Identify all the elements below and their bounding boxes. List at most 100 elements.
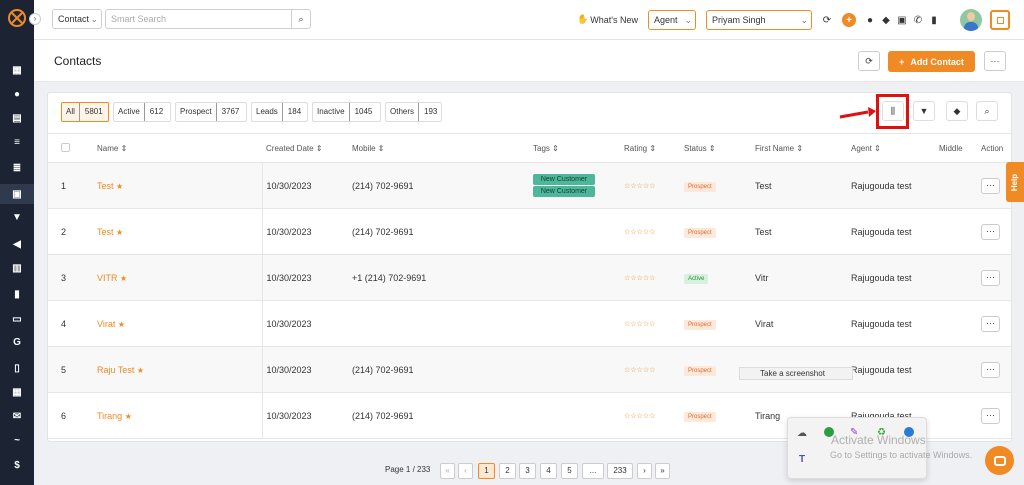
add-icon[interactable]: + [842, 13, 856, 27]
refresh-icon[interactable]: ⟳ [821, 14, 833, 26]
table-row[interactable]: 4 Virat ★ 10/30/2023 ☆☆☆☆☆ Prospect Vira… [48, 300, 1011, 347]
contact-name-link[interactable]: VITR [97, 273, 118, 283]
next-page-button[interactable]: › [637, 463, 652, 479]
more-options-button[interactable]: ··· [984, 51, 1006, 71]
column-header-created-date[interactable]: Created Date ⇕ [262, 133, 352, 163]
user-select[interactable]: Priyam Singh ⌄ [706, 10, 812, 30]
sidebar-item-billing[interactable]: $ [0, 455, 34, 475]
filter-leads[interactable]: Leads 184 [251, 102, 308, 122]
row-action-button[interactable]: ··· [981, 177, 1000, 194]
rating-stars[interactable]: ☆☆☆☆☆ [624, 346, 684, 393]
tags-button[interactable]: ◆ [946, 101, 968, 121]
rating-stars[interactable]: ☆☆☆☆☆ [624, 300, 684, 347]
sidebar-item-signature[interactable]: ~ [0, 430, 34, 450]
rating-stars[interactable]: ☆☆☆☆☆ [624, 254, 684, 301]
sidebar-item-google[interactable]: G [0, 332, 34, 352]
rating-stars[interactable]: ☆☆☆☆☆ [624, 392, 684, 439]
contact-name-link[interactable]: Virat [97, 319, 115, 329]
sidebar-item-calendar[interactable]: ▦ [0, 382, 34, 402]
select-all-checkbox[interactable] [61, 142, 70, 152]
teams-icon[interactable]: T [799, 454, 805, 465]
row-action-button[interactable]: ··· [981, 407, 1000, 424]
star-icon[interactable]: ★ [125, 412, 132, 421]
sidebar-item-users[interactable]: ● [0, 84, 34, 104]
phone-icon[interactable]: ✆ [912, 14, 924, 26]
sidebar-item-folders[interactable]: ▭ [0, 309, 34, 329]
rating-stars[interactable]: ☆☆☆☆☆ [624, 208, 684, 255]
help-tab[interactable]: Help [1006, 162, 1024, 202]
role-select[interactable]: Agent ⌄ [648, 10, 696, 30]
page-button[interactable]: 4 [540, 463, 557, 479]
mobile-number[interactable]: (214) 702-9691 [352, 392, 533, 439]
sidebar-item-email[interactable]: ✉ [0, 406, 34, 426]
table-row[interactable]: 1 Test ★ 10/30/2023 (214) 702-9691 New C… [48, 162, 1011, 209]
filter-button[interactable]: ▼ [913, 101, 935, 121]
sidebar-item-documents[interactable]: ▤ [0, 108, 34, 128]
column-header-first-name[interactable]: First Name ⇕ [755, 133, 851, 163]
sidebar-collapse-button[interactable]: › [29, 13, 41, 25]
contact-name-link[interactable]: Test [97, 227, 114, 237]
row-action-button[interactable]: ··· [981, 315, 1000, 332]
column-header-mobile[interactable]: Mobile ⇕ [352, 133, 533, 163]
star-icon[interactable]: ★ [137, 366, 144, 375]
sidebar-item-notes[interactable]: ▥ [0, 258, 34, 278]
filter-inactive[interactable]: Inactive 1045 [312, 102, 381, 122]
filter-others[interactable]: Others 193 [385, 102, 442, 122]
first-page-button[interactable]: « [440, 463, 455, 479]
sidebar-item-filters[interactable]: ▼ [0, 207, 34, 227]
column-header-status[interactable]: Status ⇕ [684, 133, 755, 163]
dialer-icon[interactable]: ▣ [896, 14, 908, 26]
column-header-tags[interactable]: Tags ⇕ [533, 133, 624, 163]
rating-stars[interactable]: ☆☆☆☆☆ [624, 162, 684, 209]
page-button[interactable]: 1 [478, 463, 495, 479]
filter-all[interactable]: All 5801 [61, 102, 109, 122]
search-button[interactable]: ⌕ [291, 9, 311, 29]
column-header-name[interactable]: Name ⇕ [84, 133, 262, 163]
column-header-middle[interactable]: Middle [939, 133, 981, 163]
mobile-number[interactable]: +1 (214) 702-9691 [352, 254, 533, 301]
page-button[interactable]: 233 [607, 463, 633, 479]
column-header-rating[interactable]: Rating ⇕ [624, 133, 684, 163]
contact-name-link[interactable]: Raju Test [97, 365, 134, 375]
contact-name-link[interactable]: Test [97, 181, 114, 191]
search-table-button[interactable]: ⌕ [976, 101, 998, 121]
mobile-number[interactable]: (214) 702-9691 [352, 346, 533, 393]
sidebar-item-list[interactable]: ≡ [0, 132, 34, 152]
whats-new-link[interactable]: ✋ What's New [577, 14, 638, 25]
cloud-icon[interactable]: ☁ [797, 428, 807, 439]
page-button[interactable]: 2 [499, 463, 516, 479]
avatar[interactable] [960, 9, 982, 31]
sidebar-item-contacts[interactable]: ▣ [0, 184, 34, 204]
sidebar-item-dashboard[interactable]: ▦ [0, 60, 34, 80]
columns-button[interactable]: ⫼ [882, 101, 904, 121]
device-icon[interactable]: ▮ [928, 14, 940, 26]
filter-active[interactable]: Active 612 [113, 102, 171, 122]
sidebar-item-tasks[interactable]: ▯ [0, 358, 34, 378]
star-icon[interactable]: ★ [120, 274, 127, 283]
filter-prospect[interactable]: Prospect 3767 [175, 102, 247, 122]
row-action-button[interactable]: ··· [981, 361, 1000, 378]
row-action-button[interactable]: ··· [981, 269, 1000, 286]
sidebar-item-campaigns[interactable]: ◀ [0, 234, 34, 254]
mobile-number[interactable]: (214) 702-9691 [352, 162, 533, 209]
search-scope-select[interactable]: Contact ⌄ [52, 9, 102, 29]
table-row[interactable]: 3 VITR ★ 10/30/2023 +1 (214) 702-9691 ☆☆… [48, 254, 1011, 301]
page-button[interactable]: 5 [561, 463, 578, 479]
mobile-number[interactable]: (214) 702-9691 [352, 208, 533, 255]
star-icon[interactable]: ★ [116, 228, 123, 237]
sidebar-item-reports[interactable]: ≣ [0, 158, 34, 178]
prev-page-button[interactable]: ‹ [458, 463, 473, 479]
column-header-agent[interactable]: Agent ⇕ [851, 133, 939, 163]
chat-icon[interactable]: ◆ [880, 14, 892, 26]
mobile-number[interactable] [352, 300, 533, 347]
table-row[interactable]: 2 Test ★ 10/30/2023 (214) 702-9691 ☆☆☆☆☆… [48, 208, 1011, 255]
bell-icon[interactable]: ● [864, 14, 876, 26]
sidebar-item-analytics[interactable]: ▮ [0, 284, 34, 304]
add-contact-button[interactable]: + Add Contact [888, 51, 975, 72]
star-icon[interactable]: ★ [116, 182, 123, 191]
last-page-button[interactable]: » [655, 463, 670, 479]
row-action-button[interactable]: ··· [981, 223, 1000, 240]
refresh-button[interactable]: ⟳ [858, 51, 880, 71]
star-icon[interactable]: ★ [118, 320, 125, 329]
page-button[interactable]: 3 [519, 463, 536, 479]
